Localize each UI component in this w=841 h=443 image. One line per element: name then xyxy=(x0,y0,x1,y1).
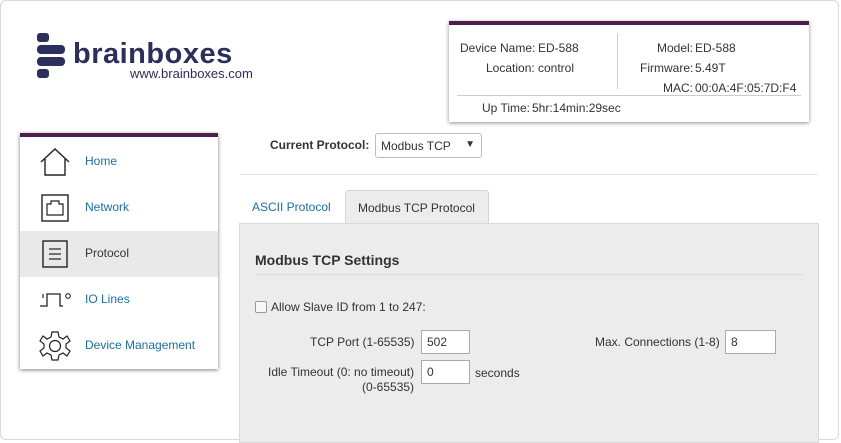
model-label: Model: xyxy=(657,41,694,55)
network-port-icon xyxy=(41,194,69,222)
logo-url: www.brainboxes.com xyxy=(130,66,253,81)
device-info-panel: Device Name: ED-588 Location: control Mo… xyxy=(449,21,809,122)
settings-title-rule xyxy=(255,274,803,275)
tab-label: ASCII Protocol xyxy=(252,200,331,214)
uptime-label: Up Time: xyxy=(482,101,531,115)
settings-title: Modbus TCP Settings xyxy=(255,252,400,268)
dropdown-arrow-icon: ▼ xyxy=(465,139,475,150)
sidebar-item-protocol[interactable]: Protocol xyxy=(20,231,218,277)
section-divider xyxy=(240,174,818,175)
mac-label: MAC: xyxy=(663,81,693,95)
protocol-select-value: Modbus TCP xyxy=(381,139,451,153)
sidebar-item-label: Protocol xyxy=(85,246,130,260)
location-value: control xyxy=(538,61,575,75)
home-icon xyxy=(40,148,70,176)
firmware-label: Firmware: xyxy=(640,61,694,75)
protocol-select[interactable]: Modbus TCP ▼ xyxy=(375,133,482,158)
tab-modbus-tcp-protocol[interactable]: Modbus TCP Protocol xyxy=(345,190,489,224)
mac-value: 00:0A:4F:05:7D:F4 xyxy=(695,81,797,95)
allow-slave-id-checkbox[interactable] xyxy=(255,301,267,313)
device-name-value: ED-588 xyxy=(538,41,579,55)
logo-wordmark: brainboxes xyxy=(73,38,233,70)
tab-ascii-protocol[interactable]: ASCII Protocol xyxy=(241,190,341,224)
sidebar-item-io-lines[interactable]: IO Lines xyxy=(20,277,218,323)
sidebar-item-home[interactable]: Home xyxy=(20,139,218,185)
location-label: Location: xyxy=(486,61,535,75)
tcp-port-label: TCP Port (1-65535) xyxy=(310,335,415,349)
max-connections-input[interactable] xyxy=(725,330,776,354)
tab-label: Modbus TCP Protocol xyxy=(358,201,475,215)
idle-timeout-input[interactable] xyxy=(421,360,470,384)
idle-timeout-unit: seconds xyxy=(475,366,520,380)
sidebar-item-label: Network xyxy=(85,200,130,214)
sidebar-item-label: IO Lines xyxy=(85,292,130,306)
brainboxes-logo[interactable]: brainboxes www.brainboxes.com xyxy=(35,33,265,83)
idle-timeout-range-label: (0-65535) xyxy=(362,380,415,394)
max-connections-label: Max. Connections (1-8) xyxy=(595,335,720,349)
document-icon xyxy=(42,240,68,268)
uptime-value: 5hr:14min:29sec xyxy=(532,101,621,115)
logo-mark-icon xyxy=(37,33,65,78)
info-divider xyxy=(617,33,618,89)
sidebar-item-device-management[interactable]: Device Management xyxy=(20,323,218,369)
sidebar-item-network[interactable]: Network xyxy=(20,185,218,231)
sidebar-item-label: Home xyxy=(85,154,118,168)
model-value: ED-588 xyxy=(695,41,736,55)
info-rule xyxy=(457,95,801,96)
firmware-value: 5.49T xyxy=(695,61,726,75)
pulse-icon xyxy=(40,293,71,307)
device-name-label: Device Name: xyxy=(460,41,536,55)
current-protocol-label: Current Protocol: xyxy=(270,138,370,152)
sidebar-item-label: Device Management xyxy=(85,338,196,352)
tcp-port-input[interactable] xyxy=(421,330,470,354)
sidebar-nav: Home Network Protocol IO Lines Device Ma… xyxy=(20,133,218,369)
idle-timeout-label: Idle Timeout (0: no timeout) xyxy=(268,365,415,379)
allow-slave-id-label: Allow Slave ID from 1 to 247: xyxy=(271,300,426,314)
gear-icon xyxy=(39,331,71,361)
